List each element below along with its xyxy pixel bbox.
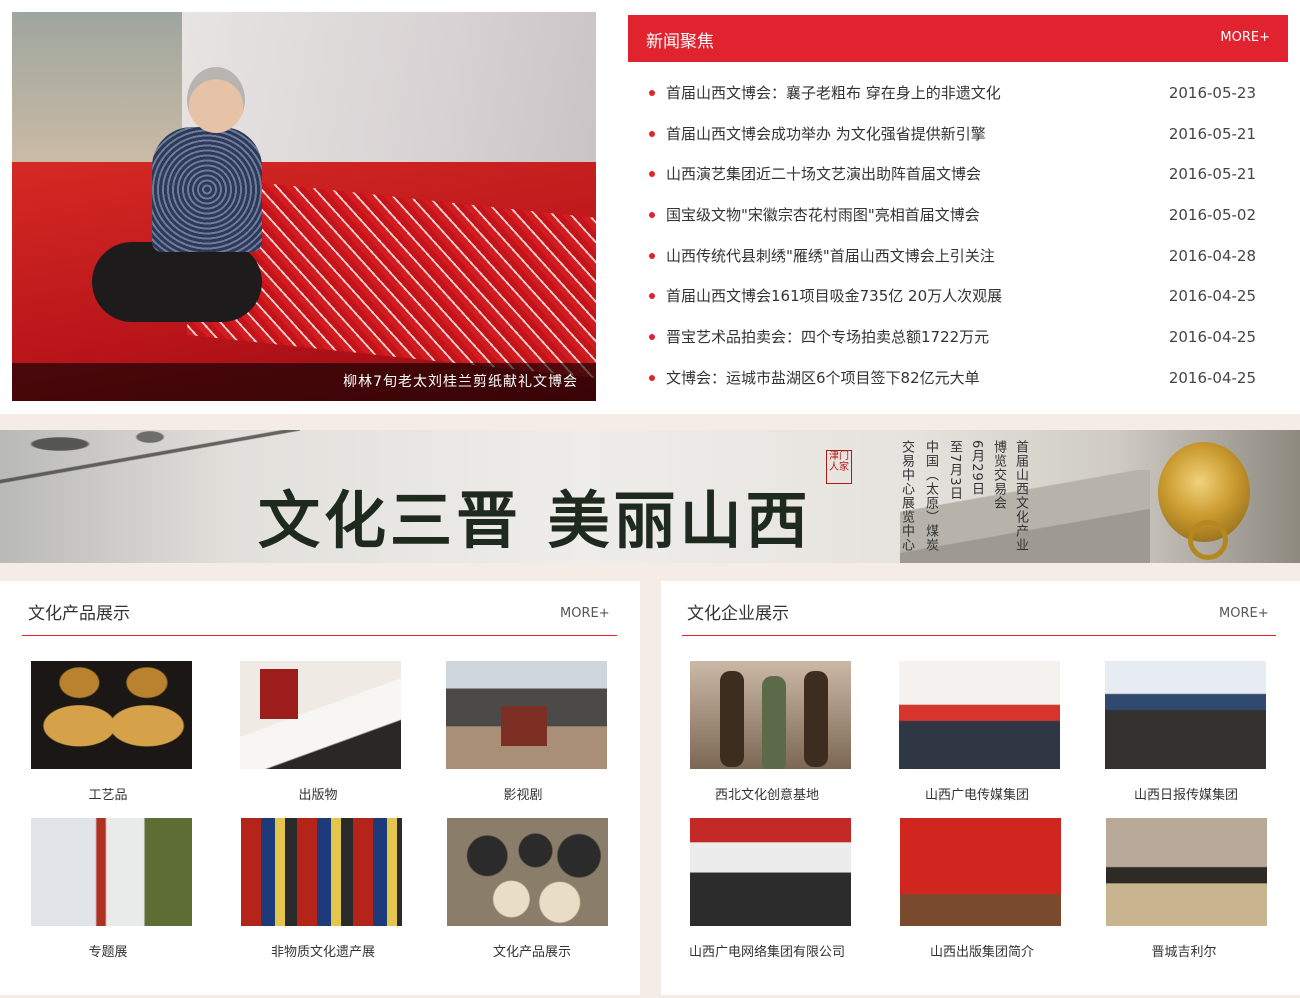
feature-photo[interactable]: 柳林7旬老太刘桂兰剪纸献礼文博会: [12, 12, 596, 401]
news-item-title[interactable]: 文博会：运城市盐湖区6个项目签下82亿元大单: [666, 367, 980, 388]
products-title: 文化产品展示: [28, 604, 130, 624]
feature-photo-person: [92, 67, 262, 352]
news-item-date: 2016-04-28: [1168, 246, 1256, 265]
banner-vertical-text: 博览交易会: [991, 440, 1006, 510]
product-label[interactable]: 文化产品展示: [432, 941, 632, 960]
product-label[interactable]: 专题展: [8, 941, 208, 960]
bullet-icon: [649, 293, 655, 300]
enterprise-thumb-publishing[interactable]: [900, 818, 1061, 926]
products-panel: 文化产品展示 MORE+ 工艺品 出版物 影视剧 专题展 非物质文化遗产展 文化…: [0, 581, 640, 995]
knocker-ring-icon: [1188, 520, 1228, 560]
banner-vertical-text: 6月29日: [969, 440, 984, 496]
bullet-icon: [649, 212, 655, 219]
bullet-icon: [649, 90, 655, 96]
products-more-link[interactable]: MORE+: [560, 606, 610, 621]
banner-vertical-text: 交易中心展览中心: [899, 440, 914, 552]
bullet-icon: [649, 171, 655, 178]
enterprise-label[interactable]: 山西广电网络集团有限公司: [667, 941, 867, 960]
news-item-date: 2016-05-23: [1168, 84, 1256, 102]
enterprise-thumb-statues[interactable]: [690, 661, 851, 769]
enterprise-label[interactable]: 晋城吉利尔: [1084, 941, 1284, 960]
news-item-date: 2016-05-02: [1168, 206, 1256, 225]
product-thumb-opera[interactable]: [241, 818, 402, 926]
feature-caption[interactable]: 柳林7旬老太刘桂兰剪纸献礼文博会: [343, 371, 578, 391]
red-seal-stamp: 津门人家: [826, 450, 852, 484]
enterprise-thumb-scroll[interactable]: [1106, 818, 1267, 926]
banner-slogan: 文化三晋 美丽山西: [258, 484, 812, 557]
news-item[interactable]: 首届山西文博会：襄子老粗布 穿在身上的非遗文化 2016-05-23: [628, 75, 1288, 116]
news-more-link[interactable]: MORE+: [1220, 30, 1270, 45]
enterprise-label[interactable]: 山西日报传媒集团: [1086, 784, 1286, 803]
enterprises-title: 文化企业展示: [687, 604, 789, 624]
news-item[interactable]: 首届山西文博会161项目吸金735亿 20万人次观展 2016-04-25: [628, 278, 1288, 319]
enterprise-thumb-radio[interactable]: [899, 661, 1060, 769]
enterprises-panel: 文化企业展示 MORE+ 西北文化创意基地 山西广电传媒集团 山西日报传媒集团 …: [661, 581, 1300, 995]
bullet-icon: [649, 130, 655, 137]
news-header: 新闻聚焦 MORE+: [628, 15, 1288, 62]
enterprise-label[interactable]: 山西出版集团简介: [882, 941, 1082, 960]
bullet-icon: [649, 374, 655, 381]
banner-vertical-text: 首届山西文化产业: [1013, 440, 1028, 552]
news-item-title[interactable]: 首届山西文博会161项目吸金735亿 20万人次观展: [666, 285, 1002, 306]
news-item[interactable]: 首届山西文博会成功举办 为文化强省提供新引擎 2016-05-21: [628, 116, 1288, 157]
news-item[interactable]: 山西演艺集团近二十场文艺演出助阵首届文博会 2016-05-21: [628, 156, 1288, 197]
product-thumb-expo[interactable]: [31, 818, 192, 926]
product-label[interactable]: 影视剧: [423, 784, 623, 803]
news-item[interactable]: 国宝级文物"宋徽宗杏花村雨图"亮相首届文博会 2016-05-02: [628, 197, 1288, 238]
product-label[interactable]: 工艺品: [8, 784, 208, 803]
news-item-title[interactable]: 首届山西文博会：襄子老粗布 穿在身上的非遗文化: [666, 82, 1001, 103]
product-thumb-courtyard[interactable]: [446, 661, 607, 769]
news-item-date: 2016-04-25: [1168, 328, 1256, 347]
ink-branch-decoration: [0, 430, 300, 500]
promo-banner[interactable]: 文化三晋 美丽山西 津门人家 首届山西文化产业 博览交易会 6月29日 至7月3…: [0, 430, 1300, 563]
news-item[interactable]: 文博会：运城市盐湖区6个项目签下82亿元大单 2016-04-25: [628, 360, 1288, 401]
news-item-title[interactable]: 山西传统代县刺绣"雁绣"首届山西文博会上引关注: [666, 245, 995, 266]
news-item-date: 2016-05-21: [1168, 165, 1256, 184]
enterprise-thumb-conference[interactable]: [1105, 661, 1266, 769]
news-item-date: 2016-04-25: [1168, 287, 1256, 306]
enterprise-label[interactable]: 山西广电传媒集团: [877, 784, 1077, 803]
enterprises-divider: [682, 635, 1276, 636]
bullet-icon: [649, 252, 655, 259]
product-thumb-plates[interactable]: [447, 818, 608, 926]
top-section: 柳林7旬老太刘桂兰剪纸献礼文博会 新闻聚焦 MORE+ 首届山西文博会：襄子老粗…: [0, 0, 1300, 414]
news-item-title[interactable]: 国宝级文物"宋徽宗杏花村雨图"亮相首届文博会: [666, 204, 980, 225]
products-divider: [22, 635, 617, 636]
news-item[interactable]: 山西传统代县刺绣"雁绣"首届山西文博会上引关注 2016-04-28: [628, 238, 1288, 279]
product-label[interactable]: 出版物: [218, 784, 418, 803]
news-panel: 新闻聚焦 MORE+ 首届山西文博会：襄子老粗布 穿在身上的非遗文化 2016-0…: [628, 15, 1288, 401]
news-item-title[interactable]: 晋宝艺术品拍卖会：四个专场拍卖总额1722万元: [666, 326, 989, 347]
news-item-title[interactable]: 山西演艺集团近二十场文艺演出助阵首届文博会: [666, 163, 981, 184]
enterprise-thumb-group-photo[interactable]: [690, 818, 851, 926]
news-item-title[interactable]: 首届山西文博会成功举办 为文化强省提供新引擎: [666, 123, 986, 144]
bullet-icon: [649, 334, 655, 341]
news-list: 首届山西文博会：襄子老粗布 穿在身上的非遗文化 2016-05-23 首届山西文博…: [628, 75, 1288, 401]
enterprises-more-link[interactable]: MORE+: [1219, 606, 1269, 621]
product-label[interactable]: 非物质文化遗产展: [223, 941, 423, 960]
news-title: 新闻聚焦: [646, 32, 714, 52]
banner-vertical-text: 至7月3日: [947, 440, 962, 501]
news-item-date: 2016-05-21: [1168, 124, 1256, 143]
news-item-date: 2016-04-25: [1168, 368, 1256, 387]
news-item[interactable]: 晋宝艺术品拍卖会：四个专场拍卖总额1722万元 2016-04-25: [628, 319, 1288, 360]
enterprise-label[interactable]: 西北文化创意基地: [667, 784, 867, 803]
product-thumb-books[interactable]: [240, 661, 401, 769]
product-thumb-gourd[interactable]: [31, 661, 192, 769]
banner-vertical-text: 中国（太原）煤炭: [923, 440, 938, 552]
